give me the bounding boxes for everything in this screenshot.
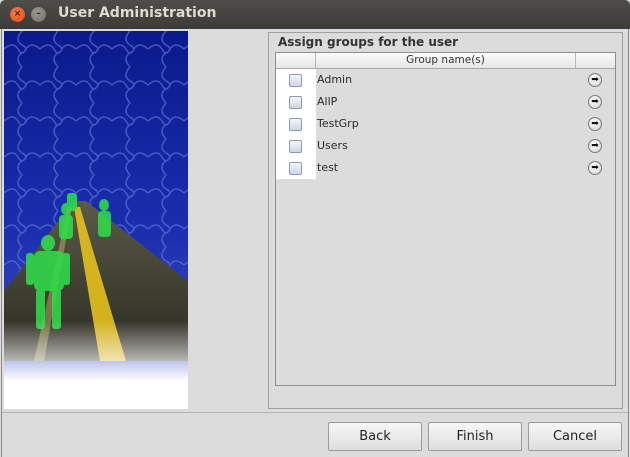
group-name: test bbox=[317, 161, 339, 174]
groups-table: Group name(s) Admin ➡ AllP ➡ TestGrp ➡ Users ➡ t… bbox=[275, 52, 616, 386]
table-row[interactable]: TestGrp ➡ bbox=[276, 113, 615, 135]
minimize-button[interactable]: – bbox=[31, 7, 46, 22]
title-bar: × – User Administration bbox=[0, 0, 630, 29]
cancel-button[interactable]: Cancel bbox=[528, 422, 622, 451]
back-button[interactable]: Back bbox=[328, 422, 422, 451]
arrow-right-icon[interactable]: ➡ bbox=[588, 73, 602, 87]
checkbox-cell bbox=[276, 113, 316, 135]
arrow-right-icon[interactable]: ➡ bbox=[588, 139, 602, 153]
panel-title: Assign groups for the user bbox=[278, 35, 459, 49]
header-action-column[interactable] bbox=[576, 53, 615, 69]
puzzle-road-illustration bbox=[4, 31, 188, 409]
table-row[interactable]: test ➡ bbox=[276, 157, 615, 179]
group-name: TestGrp bbox=[317, 117, 359, 130]
group-name: AllP bbox=[317, 95, 338, 108]
header-group-name[interactable]: Group name(s) bbox=[316, 53, 576, 69]
groups-list: Admin ➡ AllP ➡ TestGrp ➡ Users ➡ test ➡ bbox=[276, 69, 615, 179]
checkbox-cell bbox=[276, 91, 316, 113]
table-row[interactable]: Users ➡ bbox=[276, 135, 615, 157]
minimize-icon: – bbox=[36, 9, 41, 19]
wizard-side-image bbox=[4, 31, 188, 409]
close-button[interactable]: × bbox=[10, 7, 25, 22]
arrow-right-icon[interactable]: ➡ bbox=[588, 161, 602, 175]
group-checkbox[interactable] bbox=[289, 96, 302, 109]
group-name: Users bbox=[317, 139, 348, 152]
group-checkbox[interactable] bbox=[289, 74, 302, 87]
header-checkbox-column[interactable] bbox=[276, 53, 316, 69]
group-name: Admin bbox=[317, 73, 353, 86]
arrow-right-icon[interactable]: ➡ bbox=[588, 95, 602, 109]
group-checkbox[interactable] bbox=[289, 162, 302, 175]
table-row[interactable]: Admin ➡ bbox=[276, 69, 615, 91]
group-checkbox[interactable] bbox=[289, 118, 302, 131]
arrow-right-icon[interactable]: ➡ bbox=[588, 117, 602, 131]
finish-button[interactable]: Finish bbox=[428, 422, 522, 451]
checkbox-cell bbox=[276, 157, 316, 179]
button-separator bbox=[2, 412, 628, 413]
table-header: Group name(s) bbox=[276, 53, 615, 69]
table-row[interactable]: AllP ➡ bbox=[276, 91, 615, 113]
checkbox-cell bbox=[276, 69, 316, 91]
close-icon: × bbox=[13, 9, 22, 19]
group-checkbox[interactable] bbox=[289, 140, 302, 153]
window-title: User Administration bbox=[58, 5, 217, 21]
checkbox-cell bbox=[276, 135, 316, 157]
